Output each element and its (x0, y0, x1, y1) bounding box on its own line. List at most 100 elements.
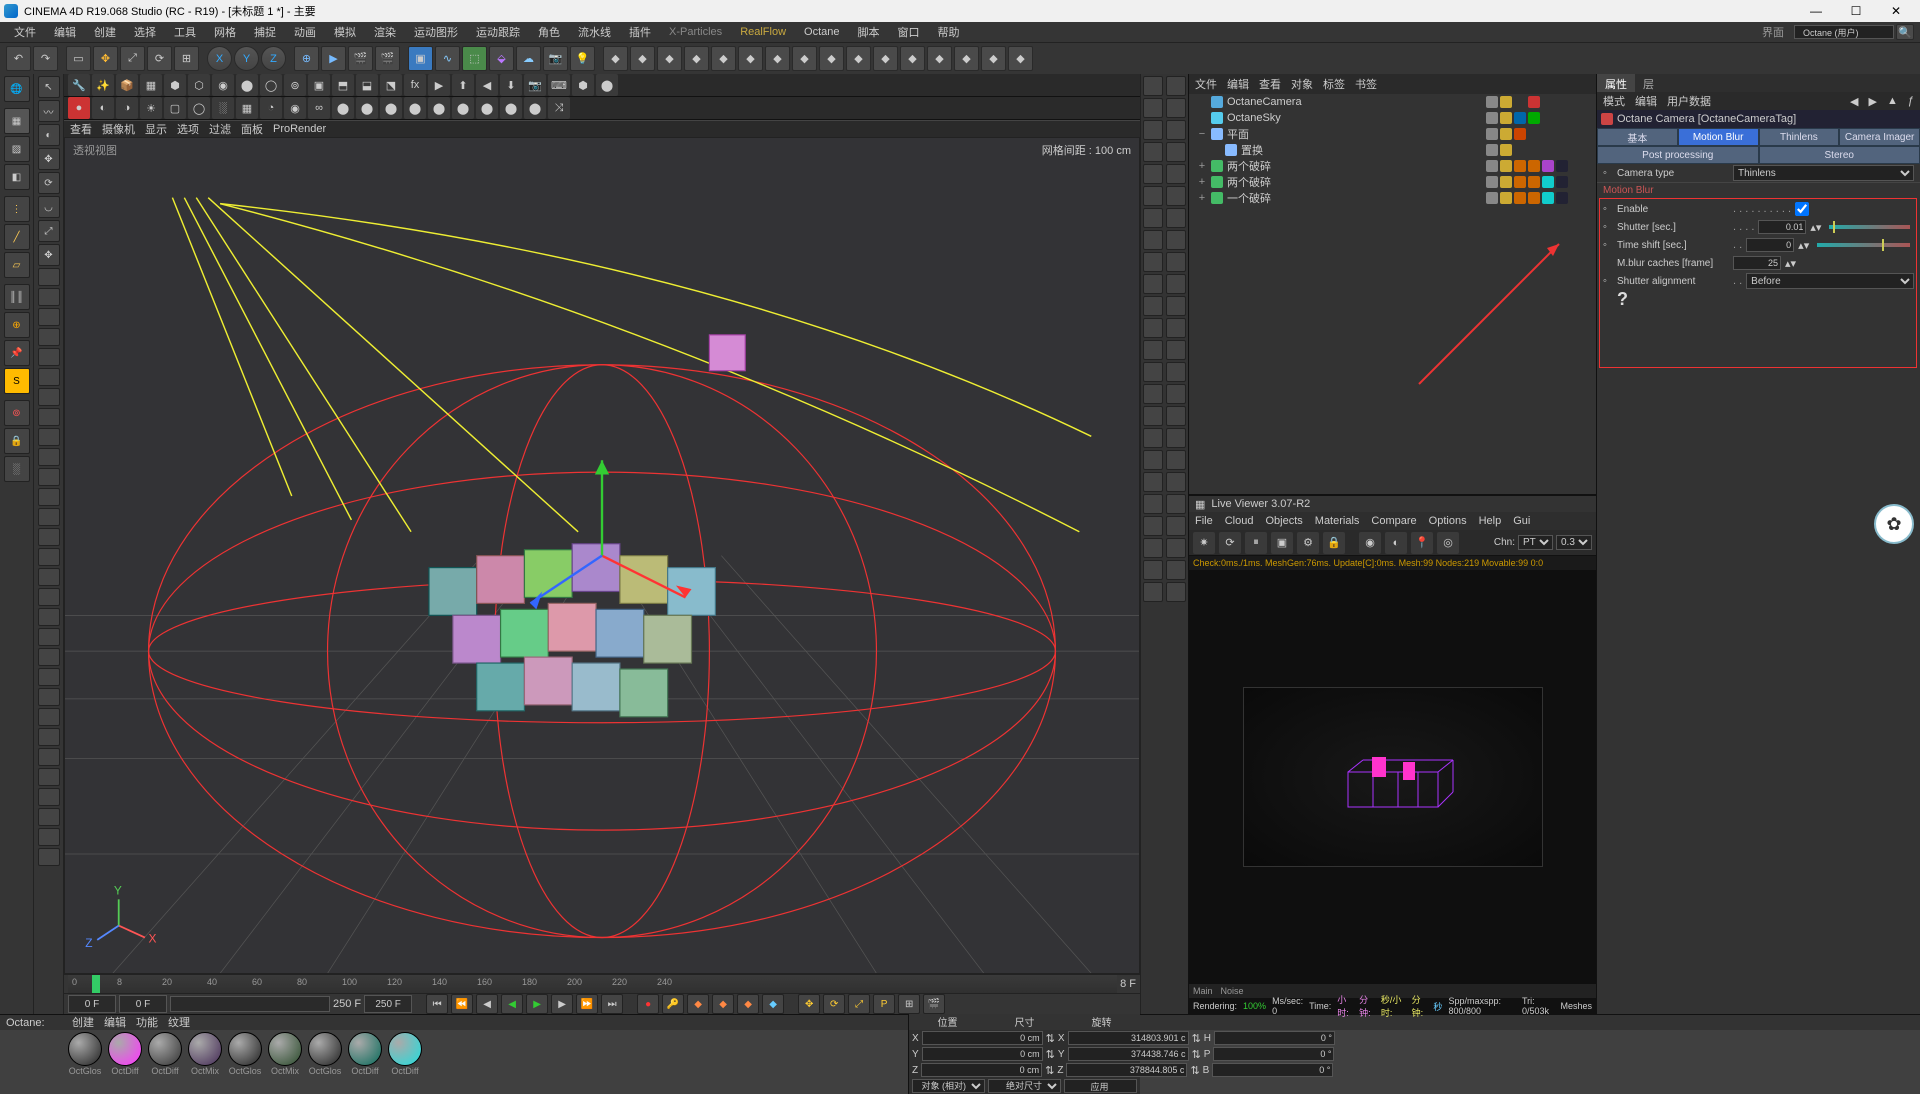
expand-toggle[interactable]: + (1197, 176, 1207, 188)
object-tag[interactable] (1556, 192, 1568, 204)
om-menu-view[interactable]: 查看 (1259, 76, 1281, 92)
object-tree[interactable]: OctaneCameraOctaneSky−平面置换+两个破碎+两个破碎+一个破… (1189, 94, 1596, 494)
menu-window[interactable]: 窗口 (890, 22, 928, 42)
subtab-stereo[interactable]: Stereo (1759, 146, 1920, 164)
coord-rot-Y[interactable] (1213, 1047, 1334, 1061)
lv-pin[interactable]: 📍 (1411, 532, 1433, 554)
toolbar-extra-6[interactable]: ◆ (765, 46, 790, 71)
sub-extra-29[interactable] (38, 848, 60, 866)
rcol-a-btn-14[interactable] (1143, 384, 1163, 404)
sub-extra-9[interactable] (38, 448, 60, 466)
attr-edit[interactable]: 编辑 (1635, 93, 1657, 109)
toolbar-extra-13[interactable]: ◆ (954, 46, 979, 71)
rcol-b-btn-12[interactable] (1166, 340, 1186, 360)
material-item[interactable]: OctMix (186, 1032, 224, 1076)
object-tag[interactable] (1486, 176, 1498, 188)
poly-mode[interactable]: ▱ (4, 252, 30, 278)
tb2-btn-15[interactable]: ▶ (428, 74, 450, 96)
next-key[interactable]: ⏩ (576, 994, 598, 1014)
rcol-b-btn-6[interactable] (1166, 208, 1186, 228)
menu-tools[interactable]: 工具 (166, 22, 204, 42)
octane-btn-3[interactable]: ☀ (140, 97, 162, 119)
octane-btn-19[interactable]: ⬤ (524, 97, 546, 119)
material-item[interactable]: OctDiff (106, 1032, 144, 1076)
sub-extra-28[interactable] (38, 828, 60, 846)
octane-btn-0[interactable]: ● (68, 97, 90, 119)
render-pv[interactable]: 🎬 (348, 46, 373, 71)
tb2-btn-7[interactable]: ⬤ (236, 74, 258, 96)
menu-pipeline[interactable]: 流水线 (570, 22, 619, 42)
rcol-a-btn-20[interactable] (1143, 516, 1163, 536)
coord-mode2[interactable]: 绝对尺寸 (988, 1079, 1061, 1093)
key-scale[interactable]: ◆ (712, 994, 734, 1014)
object-tag[interactable] (1486, 112, 1498, 124)
tl-movie[interactable]: 🎬 (923, 994, 945, 1014)
minimize-button[interactable]: — (1796, 4, 1836, 18)
sub-extra-15[interactable] (38, 568, 60, 586)
menu-file[interactable]: 文件 (6, 22, 44, 42)
menu-character[interactable]: 角色 (530, 22, 568, 42)
lv-region[interactable]: ▣ (1271, 532, 1293, 554)
rcol-b-btn-17[interactable] (1166, 450, 1186, 470)
object-tag[interactable] (1500, 128, 1512, 140)
coord-mode1[interactable]: 对象 (相对) (912, 1079, 985, 1093)
lv-refresh[interactable]: ✷ (1193, 532, 1215, 554)
menu-edit[interactable]: 编辑 (46, 22, 84, 42)
close-button[interactable]: ✕ (1876, 4, 1916, 18)
rcol-b-btn-14[interactable] (1166, 384, 1186, 404)
tb2-btn-13[interactable]: ⬔ (380, 74, 402, 96)
scale-tool[interactable]: ⤢ (120, 46, 145, 71)
tl-opt4[interactable]: P (873, 994, 895, 1014)
material-item[interactable]: OctGlos (306, 1032, 344, 1076)
record-key[interactable]: ● (637, 994, 659, 1014)
vp-menu-view[interactable]: 查看 (70, 121, 92, 137)
menu-realflow[interactable]: RealFlow (732, 24, 794, 40)
sub-extra-20[interactable] (38, 668, 60, 686)
tb2-btn-3[interactable]: ▦ (140, 74, 162, 96)
octane-btn-11[interactable]: ⬤ (332, 97, 354, 119)
object-name[interactable]: 置换 (1241, 142, 1482, 158)
object-name[interactable]: OctaneSky (1227, 112, 1482, 124)
rcol-b-btn-21[interactable] (1166, 538, 1186, 558)
subtab-post[interactable]: Post processing (1597, 146, 1759, 164)
tb2-btn-2[interactable]: 📦 (116, 74, 138, 96)
tb2-btn-11[interactable]: ⬒ (332, 74, 354, 96)
mat-menu-func[interactable]: 功能 (136, 1014, 158, 1030)
timeline-ruler[interactable]: 0820406080100120140160180200220240 8 F (64, 974, 1140, 993)
rcol-b-btn-18[interactable] (1166, 472, 1186, 492)
menu-animation[interactable]: 动画 (286, 22, 324, 42)
rcol-b-btn-11[interactable] (1166, 318, 1186, 338)
attr-tab-layers[interactable]: 层 (1635, 74, 1662, 92)
object-tag[interactable] (1514, 112, 1526, 124)
rcol-b-btn-22[interactable] (1166, 560, 1186, 580)
toolbar-extra-0[interactable]: ◆ (603, 46, 628, 71)
rcol-a-btn-21[interactable] (1143, 538, 1163, 558)
viewport-3d[interactable]: X Y Z 透视视图 网格间距 : 100 cm (64, 137, 1140, 974)
object-tag[interactable] (1486, 96, 1498, 108)
rcol-b-btn-19[interactable] (1166, 494, 1186, 514)
attr-tab-attributes[interactable]: 属性 (1597, 74, 1635, 92)
floating-badge-icon[interactable]: ✿ (1874, 504, 1914, 544)
render-image[interactable]: ▶ (321, 46, 346, 71)
expand-toggle[interactable]: + (1197, 192, 1207, 204)
lv-lock[interactable]: 🔒 (1323, 532, 1345, 554)
om-menu-file[interactable]: 文件 (1195, 76, 1217, 92)
key-pos[interactable]: ◆ (687, 994, 709, 1014)
attr-up[interactable]: ▲ (1887, 95, 1898, 107)
lv-gear[interactable]: ⚙ (1297, 532, 1319, 554)
octane-btn-6[interactable]: ░ (212, 97, 234, 119)
rcol-a-btn-23[interactable] (1143, 582, 1163, 602)
lv-menu-cloud[interactable]: Cloud (1225, 515, 1254, 527)
vp-menu-filter[interactable]: 过滤 (209, 121, 231, 137)
play-back[interactable]: ◀ (501, 994, 523, 1014)
octane-btn-9[interactable]: ◉ (284, 97, 306, 119)
sub-tool3[interactable]: ◐ (38, 124, 60, 146)
tb2-btn-5[interactable]: ⬡ (188, 74, 210, 96)
sub-extra-1[interactable] (38, 288, 60, 306)
menu-script[interactable]: 脚本 (850, 22, 888, 42)
subtab-imager[interactable]: Camera Imager (1839, 128, 1920, 146)
tb2-btn-21[interactable]: ⬢ (572, 74, 594, 96)
sub-move[interactable]: ✥ (38, 148, 60, 170)
object-tag[interactable] (1500, 176, 1512, 188)
tree-row[interactable]: +两个破碎 (1189, 158, 1596, 174)
